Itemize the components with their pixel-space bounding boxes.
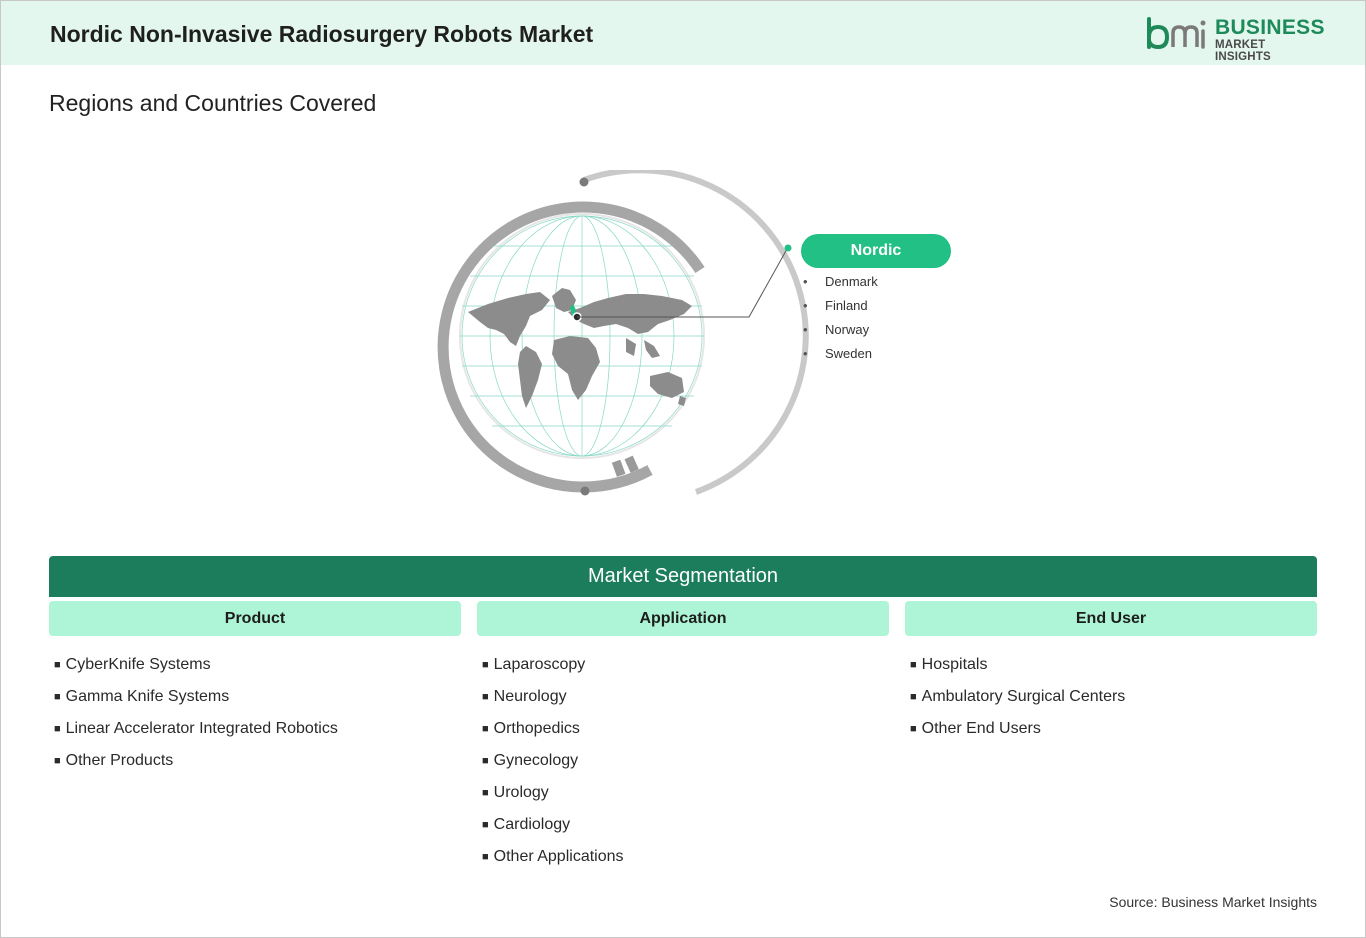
column-heading-end-user: End User — [905, 601, 1317, 636]
square-bullet-icon: ■ — [910, 659, 917, 671]
list-item-label: Laparoscopy — [493, 656, 586, 673]
regions-section-title: Regions and Countries Covered — [49, 90, 377, 116]
list-item-label: Other Products — [65, 752, 174, 769]
list-item: ■ Ambulatory Surgical Centers — [910, 686, 1125, 718]
list-item-label: Neurology — [493, 688, 567, 705]
country-label: Norway — [825, 322, 870, 337]
square-bullet-icon: ■ — [482, 819, 489, 831]
country-label: Finland — [825, 298, 868, 313]
list-item-label: Gamma Knife Systems — [65, 688, 230, 705]
square-bullet-icon: ■ — [54, 723, 61, 735]
country-list: • Denmark • Finland • Norway • Sweden — [803, 272, 878, 368]
list-item: ■ Laparoscopy — [482, 654, 624, 686]
square-bullet-icon: ■ — [482, 723, 489, 735]
bullet-icon: • — [803, 322, 808, 337]
region-badge-nordic: Nordic — [801, 234, 951, 268]
list-item-label: Other End Users — [921, 720, 1041, 737]
list-item: ■ Urology — [482, 782, 624, 814]
list-item: ■ Orthopedics — [482, 718, 624, 750]
header-bar: Nordic Non-Invasive Radiosurgery Robots … — [1, 1, 1365, 65]
square-bullet-icon: ■ — [482, 755, 489, 767]
bullet-icon: • — [803, 274, 808, 289]
list-item-label: Gynecology — [493, 752, 579, 769]
list-item: ■ Other End Users — [910, 718, 1125, 750]
logo-subtitle: MARKET INSIGHTS — [1215, 39, 1271, 63]
country-item: • Denmark — [803, 272, 878, 296]
list-item: ■ Other Applications — [482, 846, 624, 878]
list-item-label: Hospitals — [921, 656, 988, 673]
globe-world-map-icon — [437, 167, 809, 496]
list-item-label: Ambulatory Surgical Centers — [921, 688, 1126, 705]
list-item: ■ CyberKnife Systems — [54, 654, 338, 686]
square-bullet-icon: ■ — [54, 691, 61, 703]
list-item: ■ Gynecology — [482, 750, 624, 782]
square-bullet-icon: ■ — [910, 691, 917, 703]
brand-logo: BUSINESS MARKET INSIGHTS — [1145, 15, 1324, 63]
country-label: Denmark — [825, 274, 878, 289]
country-item: • Finland — [803, 296, 878, 320]
list-item-label: Orthopedics — [493, 720, 580, 737]
country-label: Sweden — [825, 346, 872, 361]
list-item-label: Linear Accelerator Integrated Robotics — [65, 720, 338, 737]
logo-name: BUSINESS — [1215, 16, 1325, 39]
page-title: Nordic Non-Invasive Radiosurgery Robots … — [50, 21, 594, 47]
product-list: ■ CyberKnife Systems ■ Gamma Knife Systems… — [54, 654, 338, 782]
square-bullet-icon: ■ — [482, 787, 489, 799]
square-bullet-icon: ■ — [54, 755, 61, 767]
list-item: ■ Gamma Knife Systems — [54, 686, 338, 718]
list-item: ■ Neurology — [482, 686, 624, 718]
list-item-label: Cardiology — [493, 816, 571, 833]
column-heading-product: Product — [49, 601, 461, 636]
country-item: • Norway — [803, 320, 878, 344]
list-item: ■ Linear Accelerator Integrated Robotics — [54, 718, 338, 750]
country-item: • Sweden — [803, 344, 878, 368]
list-item-label: CyberKnife Systems — [65, 656, 211, 673]
application-list: ■ Laparoscopy ■ Neurology ■ Orthopedics ■ Gy… — [482, 654, 624, 878]
column-heading-application: Application — [477, 601, 889, 636]
square-bullet-icon: ■ — [482, 659, 489, 671]
list-item: ■ Other Products — [54, 750, 338, 782]
bmi-logo-icon — [1147, 17, 1206, 50]
square-bullet-icon: ■ — [482, 691, 489, 703]
list-item-label: Other Applications — [493, 848, 624, 865]
source-note: Source: Business Market Insights — [1109, 894, 1317, 910]
bullet-icon: • — [803, 298, 808, 313]
list-item: ■ Cardiology — [482, 814, 624, 846]
list-item: ■ Hospitals — [910, 654, 1125, 686]
end-user-list: ■ Hospitals ■ Ambulatory Surgical Centers … — [910, 654, 1125, 750]
square-bullet-icon: ■ — [910, 723, 917, 735]
square-bullet-icon: ■ — [482, 851, 489, 863]
globe-illustration — [430, 167, 990, 510]
bullet-icon: • — [803, 346, 808, 361]
market-segmentation-bar: Market Segmentation — [49, 556, 1317, 597]
list-item-label: Urology — [493, 784, 549, 801]
square-bullet-icon: ■ — [54, 659, 61, 671]
